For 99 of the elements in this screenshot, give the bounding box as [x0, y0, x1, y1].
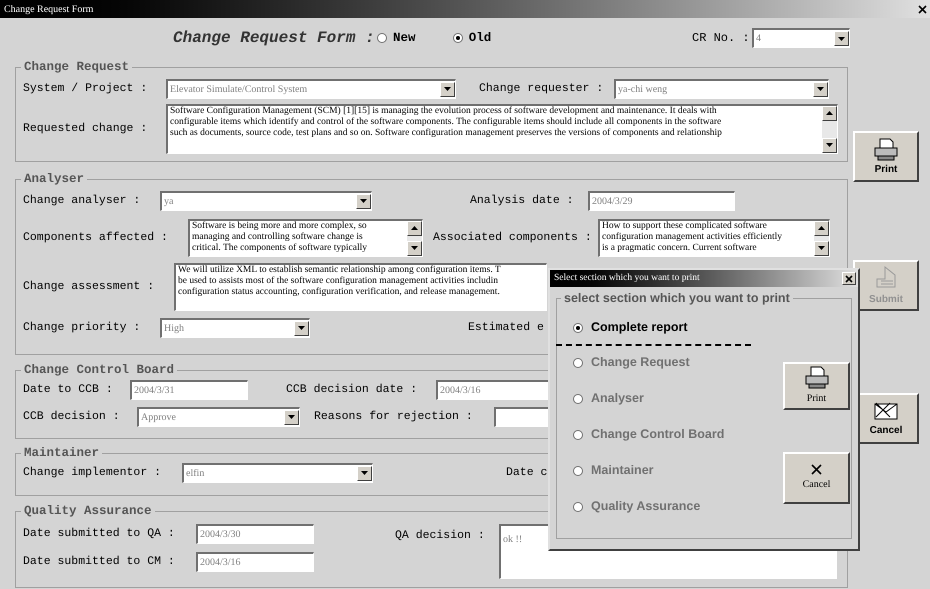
- text-field[interactable]: 2004/3/30: [196, 524, 314, 544]
- field-label: Date to CCB :: [23, 382, 114, 398]
- section-title: Change Request: [23, 59, 130, 76]
- radio-label: Change Request: [591, 354, 690, 372]
- field-label: Estimated e: [468, 320, 545, 336]
- field-label: Change requester :: [479, 81, 604, 98]
- memo-field[interactable]: Software is being more and more complex, so managing and controlling software change is critical. The components of software typically: [188, 218, 423, 257]
- up-triangle-icon: [818, 226, 825, 230]
- field-label: Date c: [506, 465, 548, 482]
- envelope-cross-icon: [872, 400, 900, 422]
- text-field[interactable]: 2004/3/16: [196, 552, 314, 572]
- memo-field[interactable]: How to support these complicated software configuration management activities efficiently is a pragmatic concern. Current software: [598, 218, 830, 257]
- down-triangle-icon: [288, 415, 295, 420]
- dropdown-arrow-button[interactable]: [813, 82, 828, 97]
- field-label: Components affected :: [23, 230, 169, 246]
- field-label: Requested change :: [23, 121, 148, 138]
- memo-field[interactable]: [166, 104, 838, 154]
- scroll-up-button[interactable]: [407, 220, 422, 236]
- scroll-up-button[interactable]: [822, 106, 837, 121]
- dropdown-field[interactable]: ya: [160, 190, 372, 211]
- field-label: CR No. :: [692, 30, 751, 47]
- dropdown-field[interactable]: ya-chi weng: [614, 78, 829, 99]
- dropdown-arrow-button[interactable]: [440, 82, 455, 97]
- dropdown-arrow-button[interactable]: [284, 410, 299, 425]
- window-title: Change Request Form: [4, 2, 94, 16]
- down-triangle-icon: [360, 199, 367, 204]
- dropdown-arrow-button[interactable]: [294, 320, 309, 336]
- field-label: Change implementor :: [23, 465, 162, 482]
- section-title: Analyser: [23, 171, 86, 188]
- field-label: CCB decision :: [23, 409, 121, 426]
- radio-label: Old: [468, 30, 492, 47]
- close-icon: [811, 464, 822, 475]
- radio-label: Complete report: [591, 319, 688, 336]
- radio-label: Change Control Board: [591, 426, 724, 444]
- memo-text: How to support these complicated software configuration management activities efficiently is a pragmatic concern. Current software: [601, 220, 783, 255]
- field-label: Associated components :: [433, 230, 593, 246]
- down-triangle-icon: [818, 246, 825, 250]
- text-field[interactable]: 2004/3/31: [130, 380, 248, 400]
- field-label: Date submitted to QA :: [23, 526, 176, 542]
- print-button[interactable]: Print: [783, 362, 850, 410]
- scrollbar[interactable]: [407, 220, 422, 256]
- field-label: System / Project :: [23, 81, 148, 98]
- dropdown-arrow-button[interactable]: [407, 240, 422, 256]
- field-label: Reasons for rejection :: [314, 409, 474, 426]
- scroll-up-button[interactable]: [814, 220, 829, 236]
- down-triangle-icon: [444, 87, 451, 92]
- close-icon: [845, 274, 853, 282]
- dropdown-arrow-button[interactable]: [357, 466, 372, 481]
- dialog-title: Select section which you want to print: [554, 272, 700, 286]
- down-triangle-icon: [298, 326, 305, 330]
- memo-text: Software is being more and more complex, so managing and controlling software change is critical. The components of software typically: [191, 220, 368, 255]
- down-triangle-icon: [411, 246, 418, 250]
- up-triangle-icon: [411, 226, 418, 230]
- memo-text: ok !!: [503, 534, 522, 545]
- scrollbar[interactable]: [814, 220, 829, 256]
- down-triangle-icon: [361, 471, 368, 476]
- printer-icon: [804, 365, 830, 390]
- up-triangle-icon: [826, 111, 833, 116]
- radio-button[interactable]: [452, 33, 463, 43]
- memo-field[interactable]: [174, 262, 547, 311]
- dropdown-arrow-button[interactable]: [834, 31, 849, 46]
- cancel-button[interactable]: Cancel: [783, 452, 850, 504]
- field-label: CCB decision date :: [286, 382, 418, 398]
- dropdown-field[interactable]: elfin: [182, 462, 373, 483]
- down-triangle-icon: [817, 87, 824, 92]
- down-triangle-icon: [838, 36, 845, 40]
- section-title: Maintainer: [23, 445, 100, 462]
- radio-label: Analyser: [591, 390, 644, 408]
- radio-label: Maintainer: [591, 462, 654, 480]
- field-label: Date submitted to CM :: [23, 554, 176, 570]
- printer-icon: [873, 136, 899, 160]
- dropdown-arrow-button[interactable]: [822, 138, 837, 153]
- print-button[interactable]: Print: [853, 131, 919, 182]
- radio-button[interactable]: [377, 33, 387, 43]
- dropdown-field[interactable]: High: [160, 318, 310, 338]
- dropdown-field[interactable]: Approve: [137, 406, 300, 427]
- scrollbar[interactable]: [822, 106, 837, 153]
- section-title: Quality Assurance: [23, 503, 153, 520]
- section-title: Change Control Board: [23, 362, 176, 379]
- field-label: Analysis date :: [470, 193, 575, 210]
- radio-label: Quality Assurance: [591, 498, 700, 516]
- field-label: QA decision :: [395, 528, 486, 544]
- field-label: Change assessment :: [23, 279, 156, 296]
- dropdown-field[interactable]: 4: [752, 28, 850, 48]
- memo-text: Software Configuration Management (SCM) [1][15] is managing the evolution process of software development and maintenance. It deals with configurable items which identify and control of the software components. The configurable items should include all components in the software such as documents, source code, test plans and so on. Software configuration management preserves the versions of components and relationship: [169, 106, 723, 140]
- radio-button[interactable]: [573, 322, 583, 333]
- dropdown-field[interactable]: Elevator Simulate/Control System: [166, 78, 456, 99]
- memo-text: We will utilize XML to establish semantic relationship among configuration items. T be used to assists most of the software configuration management activities includin configuration status accounting, configuration verification, and release management.: [177, 264, 502, 299]
- field-label: Change analyser :: [23, 193, 142, 210]
- down-triangle-icon: [826, 143, 833, 148]
- dropdown-arrow-button[interactable]: [356, 194, 371, 209]
- text-field[interactable]: 2004/3/29: [588, 190, 735, 211]
- form-title: Change Request Form :: [173, 28, 373, 49]
- radio-label: New: [393, 30, 416, 47]
- section-title: select section which you want to print: [563, 290, 791, 307]
- field-label: Change priority :: [23, 320, 142, 336]
- dialog-close-button[interactable]: [842, 272, 856, 285]
- close-icon[interactable]: [917, 4, 928, 14]
- dropdown-arrow-button[interactable]: [814, 240, 829, 256]
